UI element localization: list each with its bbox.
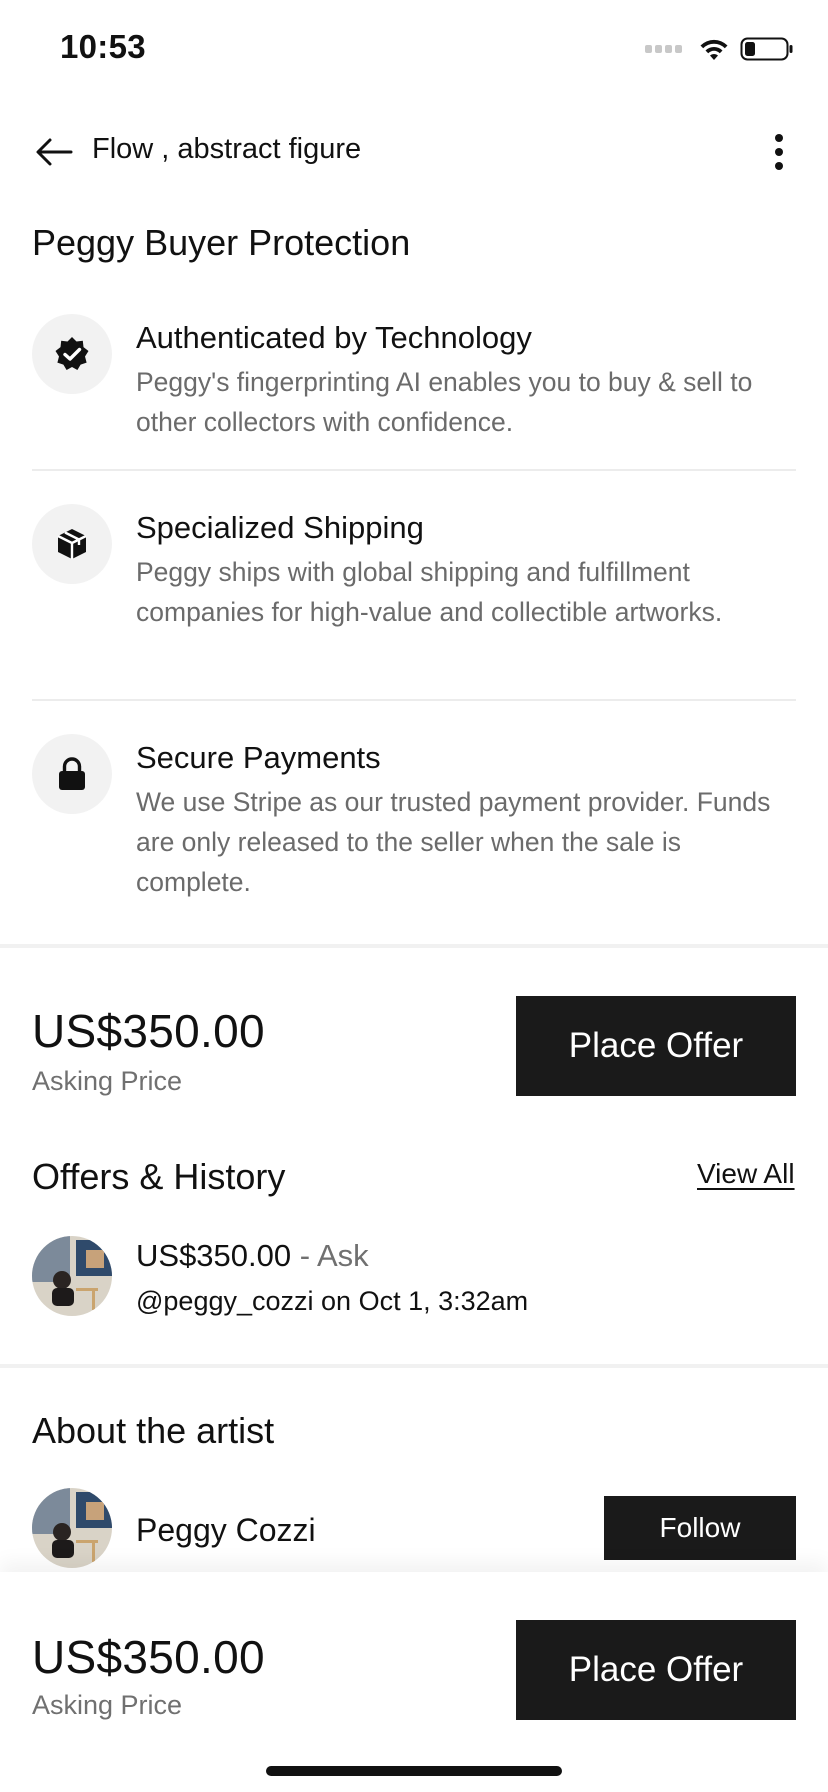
protection-title: Secure Payments <box>136 740 381 775</box>
section-divider <box>0 944 828 948</box>
protection-description: We use Stripe as our trusted payment pro… <box>136 787 771 897</box>
protection-description: Peggy's fingerprinting AI enables you to… <box>136 367 753 437</box>
protection-icon-wrap <box>32 734 112 814</box>
avatar[interactable] <box>32 1236 112 1316</box>
offers-heading: Offers & History <box>32 1156 286 1197</box>
protection-icon-wrap <box>32 504 112 584</box>
protection-heading: Peggy Buyer Protection <box>32 222 411 263</box>
cellular-signal-icon <box>645 45 682 53</box>
artist-avatar-image <box>32 1488 112 1568</box>
bottom-place-offer-button[interactable]: Place Offer <box>516 1620 796 1720</box>
offer-type: - Ask <box>299 1238 369 1273</box>
back-button[interactable] <box>32 130 76 174</box>
package-box-icon <box>57 529 87 559</box>
status-icons <box>645 34 794 64</box>
battery-icon <box>740 37 793 61</box>
more-options-button[interactable] <box>762 130 796 174</box>
artist-avatar[interactable] <box>32 1488 112 1568</box>
status-time: 10:53 <box>60 28 146 65</box>
artist-name[interactable]: Peggy Cozzi <box>136 1512 316 1549</box>
verified-badge-icon <box>55 337 89 370</box>
home-indicator <box>266 1766 562 1776</box>
asking-price: US$350.00 <box>32 1005 265 1057</box>
offer-date: on Oct 1, 3:32am <box>321 1286 529 1316</box>
page-title: Flow , abstract figure <box>92 133 362 165</box>
bottom-asking-price: US$350.00 <box>32 1631 265 1683</box>
more-vertical-icon <box>775 134 783 142</box>
arrow-left-icon <box>36 138 73 166</box>
divider <box>32 699 796 701</box>
place-offer-button[interactable]: Place Offer <box>516 996 796 1096</box>
offer-user: @peggy_cozzi <box>136 1286 314 1316</box>
protection-description: Peggy ships with global shipping and ful… <box>136 557 723 627</box>
asking-price-label: Asking Price <box>32 1066 183 1096</box>
divider <box>32 469 796 471</box>
bottom-asking-price-label: Asking Price <box>32 1690 183 1720</box>
offer-price: US$350.00 <box>136 1238 292 1273</box>
artist-heading: About the artist <box>32 1410 275 1451</box>
wifi-icon <box>700 39 728 60</box>
offer-amount: US$350.00 - Ask <box>136 1238 369 1274</box>
seller-avatar-image <box>32 1236 112 1316</box>
view-all-link[interactable]: View All <box>697 1158 795 1190</box>
protection-title: Specialized Shipping <box>136 510 424 545</box>
follow-button[interactable]: Follow <box>604 1496 796 1560</box>
lock-icon <box>59 757 85 790</box>
protection-icon-wrap <box>32 314 112 394</box>
offer-meta: @peggy_cozzi on Oct 1, 3:32am <box>136 1286 528 1317</box>
section-divider <box>0 1364 828 1368</box>
protection-title: Authenticated by Technology <box>136 320 532 355</box>
